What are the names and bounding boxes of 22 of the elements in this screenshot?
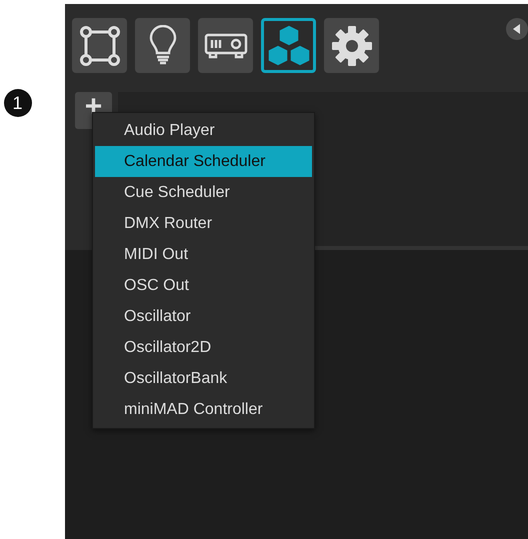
menu-item[interactable]: MIDI Out xyxy=(95,239,312,270)
menu-item[interactable]: Cue Scheduler xyxy=(95,177,312,208)
menu-item[interactable]: OscillatorBank xyxy=(95,363,312,394)
settings-icon xyxy=(330,24,372,66)
toolbar-button[interactable] xyxy=(261,18,316,73)
collapse-button[interactable] xyxy=(506,18,528,40)
menu-item[interactable]: DMX Router xyxy=(95,208,312,239)
projector-icon xyxy=(204,32,248,60)
light-bulb-icon xyxy=(148,24,176,66)
toolbar-button[interactable] xyxy=(135,18,190,73)
toolbar-button[interactable] xyxy=(324,18,379,73)
menu-item[interactable]: Oscillator xyxy=(95,301,312,332)
menu-item[interactable]: miniMAD Controller xyxy=(95,394,312,425)
cubes-icon xyxy=(266,24,312,68)
toolbar-button[interactable] xyxy=(72,18,127,73)
menu-item[interactable]: Calendar Scheduler xyxy=(95,146,312,177)
toolbar-button[interactable] xyxy=(198,18,253,73)
menu-item[interactable]: Oscillator2D xyxy=(95,332,312,363)
callout-badge: 1 xyxy=(4,89,32,117)
menu-item[interactable]: OSC Out xyxy=(95,270,312,301)
caret-icon xyxy=(513,24,521,34)
frame-icon xyxy=(80,26,120,66)
